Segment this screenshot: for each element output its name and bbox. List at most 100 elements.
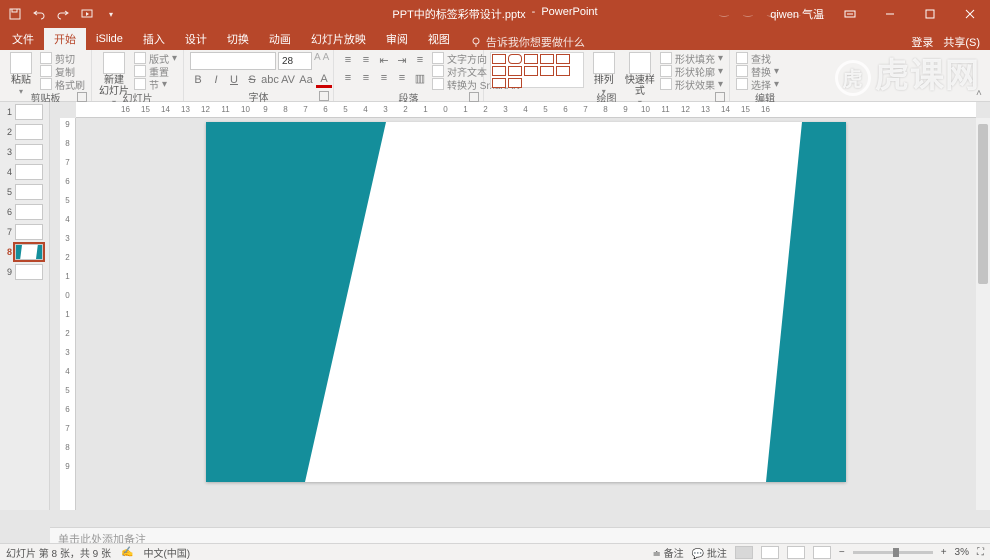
increase-font-icon[interactable]: A <box>314 52 321 70</box>
change-case-button[interactable]: Aa <box>298 72 314 88</box>
char-spacing-button[interactable]: AV <box>280 72 296 88</box>
normal-view-icon[interactable] <box>735 546 753 559</box>
tab-slideshow[interactable]: 幻灯片放映 <box>301 28 376 50</box>
comments-toggle[interactable]: 💬 批注 <box>692 545 727 560</box>
tab-view[interactable]: 视图 <box>418 28 460 50</box>
signin-button[interactable]: 登录 <box>911 34 933 50</box>
zoom-out-icon[interactable]: − <box>839 547 845 558</box>
save-icon[interactable] <box>6 5 24 23</box>
format-painter-button[interactable]: 格式刷 <box>40 78 85 90</box>
tab-animations[interactable]: 动画 <box>259 28 301 50</box>
copy-button[interactable]: 复制 <box>40 65 85 77</box>
shape-parallelogram-right[interactable] <box>766 122 846 482</box>
thumbnail-slide-6[interactable]: 6 <box>0 202 49 222</box>
thumbnail-slide-2[interactable]: 2 <box>0 122 49 142</box>
shape-fill-button[interactable]: 形状填充▾ <box>660 52 723 64</box>
tab-design[interactable]: 设计 <box>175 28 217 50</box>
fit-to-window-icon[interactable]: ⛶ <box>977 547 984 558</box>
notes-toggle[interactable]: ≐ 备注 <box>652 545 683 560</box>
line-spacing-icon[interactable]: ≡ <box>412 52 428 68</box>
share-button[interactable]: 共享(S) <box>943 34 980 50</box>
replace-button[interactable]: 替换▾ <box>736 65 779 77</box>
search-icon <box>736 52 748 64</box>
font-size-combo[interactable] <box>278 52 312 70</box>
thumbnail-slide-7[interactable]: 7 <box>0 222 49 242</box>
spellcheck-icon[interactable]: ✍ <box>121 547 133 558</box>
shape-effects-button[interactable]: 形状效果▾ <box>660 78 723 90</box>
collapse-ribbon-icon[interactable]: ˄ <box>974 50 990 101</box>
layout-button[interactable]: 版式▾ <box>134 52 177 64</box>
qat-customize-icon[interactable]: ▾ <box>102 5 120 23</box>
shape-parallelogram-left[interactable] <box>206 122 386 482</box>
canvas-area[interactable] <box>76 118 976 510</box>
tab-islide[interactable]: iSlide <box>86 28 133 50</box>
decrease-font-icon[interactable]: A <box>323 52 330 70</box>
reset-button[interactable]: 重置 <box>134 65 177 77</box>
zoom-in-icon[interactable]: + <box>941 547 947 558</box>
shapes-gallery[interactable] <box>490 52 584 88</box>
justify-icon[interactable]: ≡ <box>394 70 410 86</box>
slideshow-view-icon[interactable] <box>813 546 831 559</box>
tab-insert[interactable]: 插入 <box>133 28 175 50</box>
bold-button[interactable]: B <box>190 72 206 88</box>
zoom-slider[interactable] <box>853 551 933 554</box>
select-button[interactable]: 选择▾ <box>736 78 779 90</box>
minimize-icon[interactable] <box>870 0 910 28</box>
slide-thumbnails-panel[interactable]: 123456789 <box>0 102 50 510</box>
thumbnail-slide-3[interactable]: 3 <box>0 142 49 162</box>
reading-view-icon[interactable] <box>787 546 805 559</box>
scrollbar-thumb[interactable] <box>978 124 988 284</box>
numbering-button[interactable]: ≡ <box>358 52 374 68</box>
layout-icon <box>134 52 146 64</box>
dialog-launcher-icon[interactable] <box>715 92 725 102</box>
tab-transitions[interactable]: 切换 <box>217 28 259 50</box>
account-name[interactable]: qiwen 气温 <box>770 6 824 22</box>
start-from-beginning-icon[interactable] <box>78 5 96 23</box>
find-button[interactable]: 查找 <box>736 52 779 64</box>
copy-icon <box>40 65 52 77</box>
thumbnail-slide-4[interactable]: 4 <box>0 162 49 182</box>
font-color-button[interactable]: A <box>316 72 332 88</box>
strike-button[interactable]: S <box>244 72 260 88</box>
tell-me-search[interactable]: 告诉我你想要做什么 <box>470 34 585 50</box>
vertical-scrollbar[interactable] <box>976 118 990 510</box>
cut-button[interactable]: 剪切 <box>40 52 85 64</box>
shape-outline-button[interactable]: 形状轮廓▾ <box>660 65 723 77</box>
dialog-launcher-icon[interactable] <box>319 91 329 101</box>
undo-icon[interactable] <box>30 5 48 23</box>
quick-access-toolbar: ▾ <box>0 5 120 23</box>
underline-button[interactable]: U <box>226 72 242 88</box>
font-family-combo[interactable] <box>190 52 276 70</box>
dialog-launcher-icon[interactable] <box>77 92 87 102</box>
tab-file[interactable]: 文件 <box>2 28 44 50</box>
text-direction-icon <box>432 52 444 64</box>
decrease-indent-icon[interactable]: ⇤ <box>376 52 392 68</box>
shadow-button[interactable]: abc <box>262 72 278 88</box>
group-label: 剪贴板 <box>31 90 61 102</box>
redo-icon[interactable] <box>54 5 72 23</box>
zoom-percent[interactable]: 3% <box>955 547 969 558</box>
maximize-icon[interactable] <box>910 0 950 28</box>
thumbnail-slide-8[interactable]: 8 <box>0 242 49 262</box>
close-icon[interactable] <box>950 0 990 28</box>
align-left-icon[interactable]: ≡ <box>340 70 356 86</box>
tab-review[interactable]: 审阅 <box>376 28 418 50</box>
align-right-icon[interactable]: ≡ <box>376 70 392 86</box>
thumbnail-slide-5[interactable]: 5 <box>0 182 49 202</box>
dialog-launcher-icon[interactable] <box>469 92 479 102</box>
bullets-button[interactable]: ≡ <box>340 52 356 68</box>
group-label: 段落 <box>399 90 419 102</box>
slide-canvas[interactable] <box>206 122 846 482</box>
increase-indent-icon[interactable]: ⇥ <box>394 52 410 68</box>
align-center-icon[interactable]: ≡ <box>358 70 374 86</box>
thumbnail-slide-1[interactable]: 1 <box>0 102 49 122</box>
columns-icon[interactable]: ▥ <box>412 70 428 86</box>
tab-home[interactable]: 开始 <box>44 28 86 50</box>
ribbon-display-options-icon[interactable] <box>830 0 870 28</box>
slide-sorter-view-icon[interactable] <box>761 546 779 559</box>
italic-button[interactable]: I <box>208 72 224 88</box>
section-button[interactable]: 节▾ <box>134 78 177 90</box>
thumbnail-slide-9[interactable]: 9 <box>0 262 49 282</box>
group-label: 字体 <box>249 89 269 101</box>
language-indicator[interactable]: 中文(中国) <box>143 545 190 560</box>
